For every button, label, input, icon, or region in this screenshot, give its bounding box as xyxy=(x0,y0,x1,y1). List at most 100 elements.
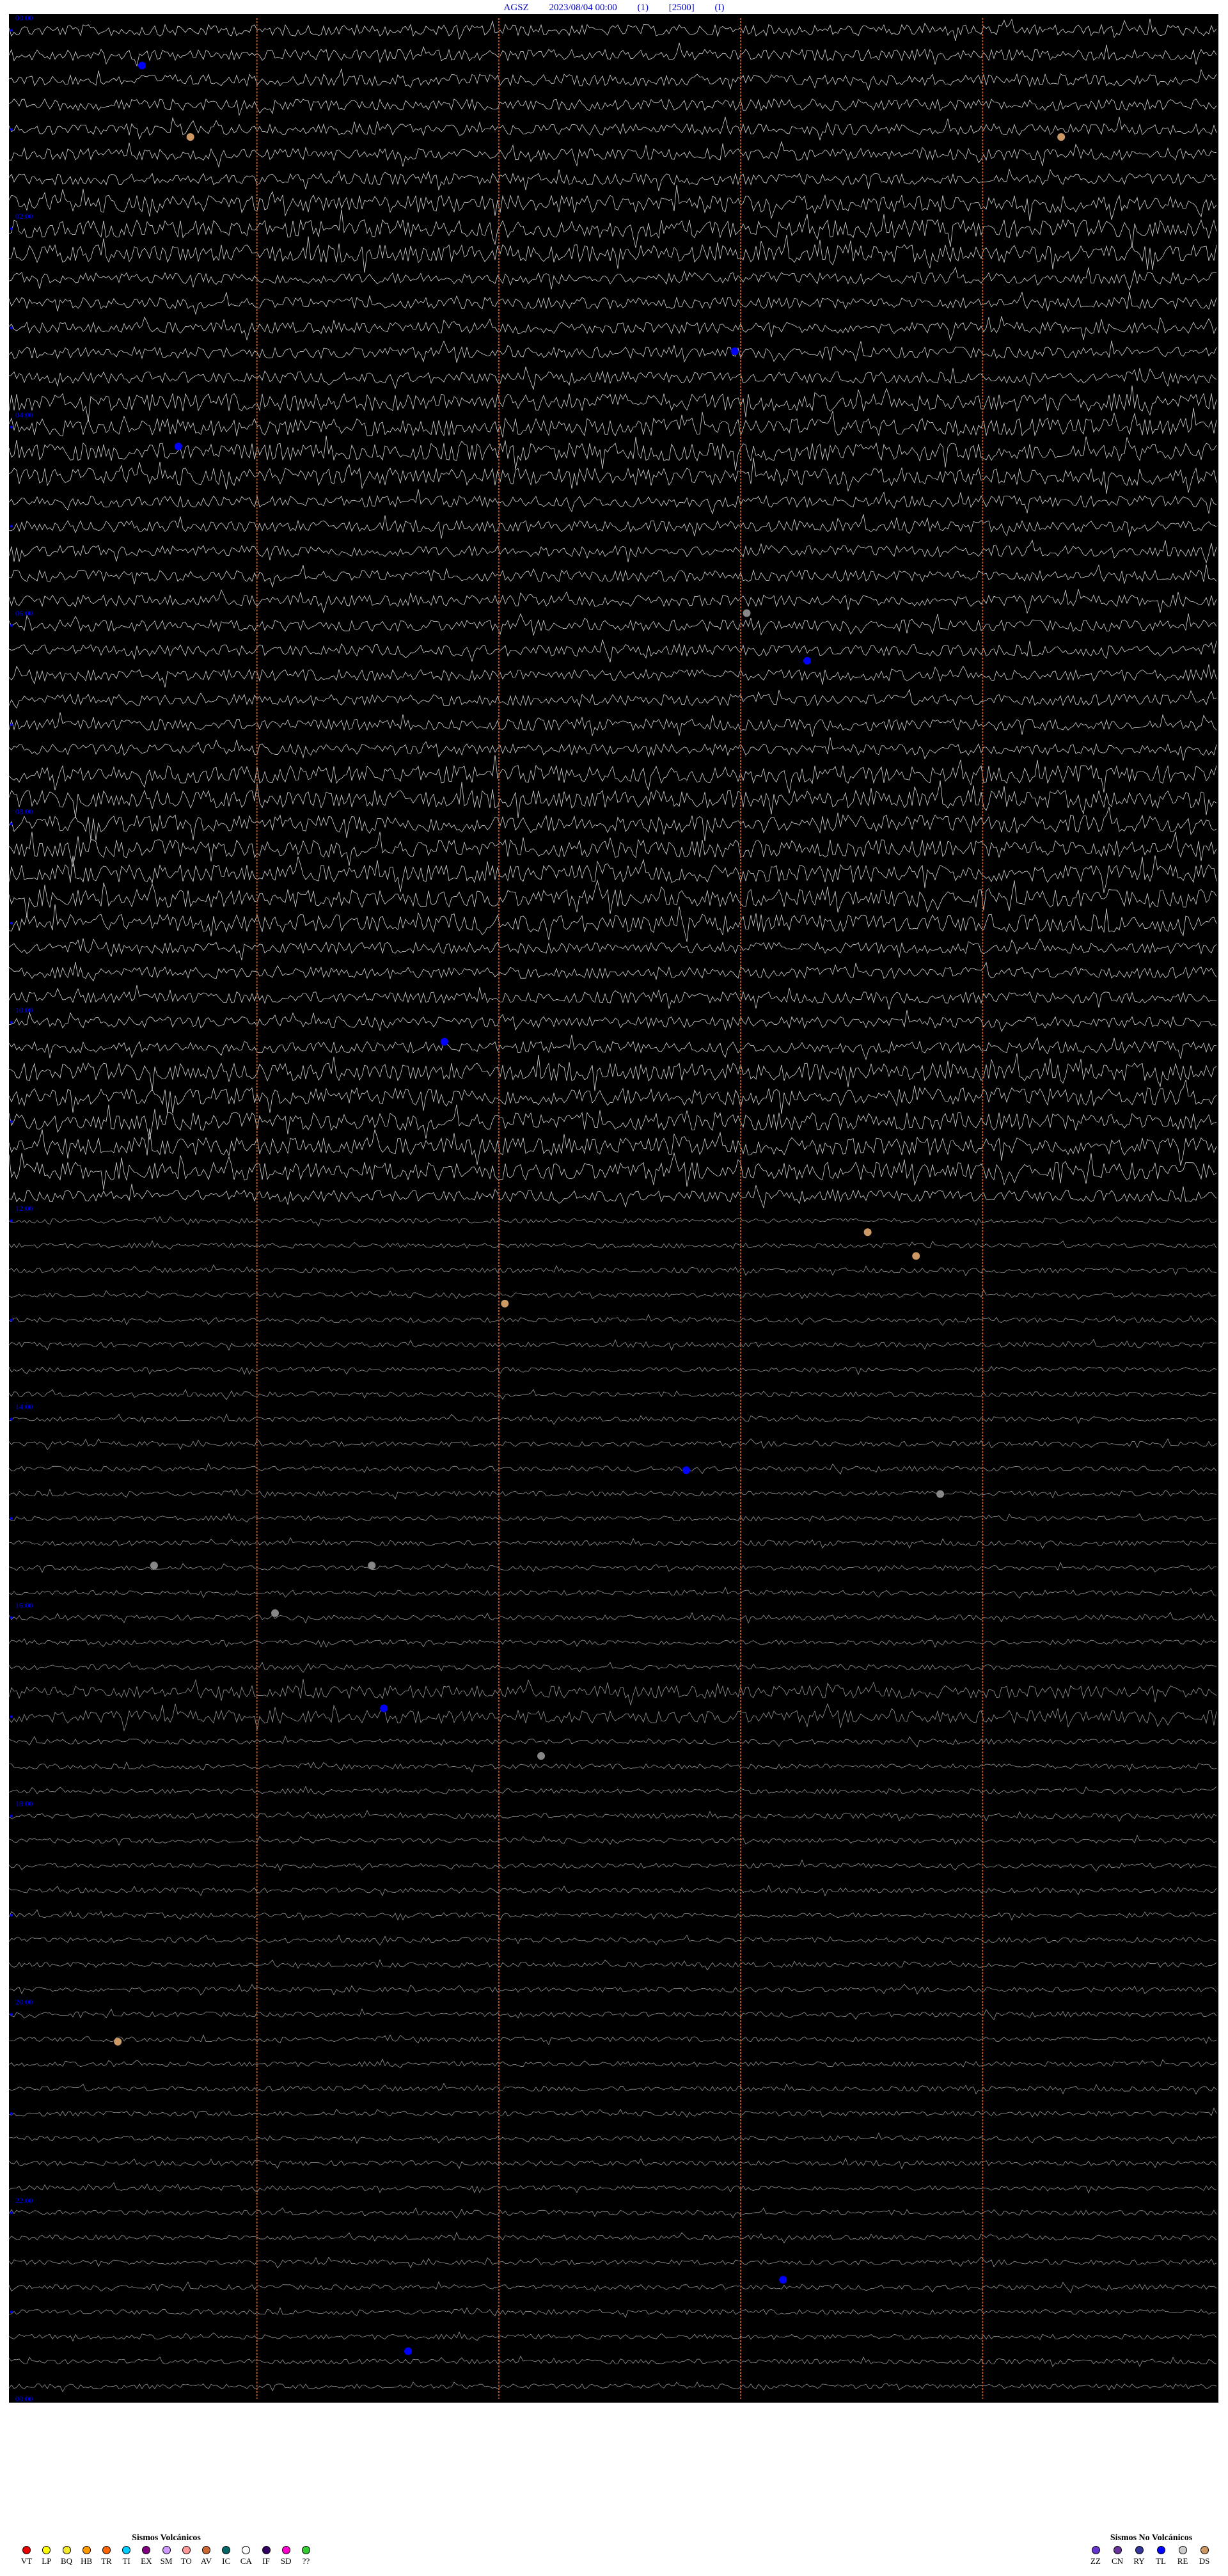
time-label: 00:00 xyxy=(15,2394,33,2403)
legend-non-volcanic-item: CN xyxy=(1109,2546,1126,2566)
row-tick-marker xyxy=(10,1318,13,1322)
legend-volcanic-title: Sismos Volcánicos xyxy=(132,2533,201,2543)
legend-volcanic-item: TO xyxy=(179,2546,194,2566)
legend-dot-icon xyxy=(201,2546,210,2554)
event-marker xyxy=(150,1561,158,1570)
event-marker xyxy=(730,347,739,356)
legend-non-volcanic-item: RE xyxy=(1174,2546,1191,2566)
legend-dot-icon xyxy=(222,2546,231,2554)
event-marker xyxy=(743,609,751,617)
legend-volcanic: Sismos Volcánicos VT LP BQ HB TR TI EX SM TO AV IC… xyxy=(19,2533,313,2572)
row-tick-marker xyxy=(10,128,13,131)
time-label: 08:00 xyxy=(15,807,33,816)
legend-code: LP xyxy=(42,2556,52,2566)
legend-dot-icon xyxy=(162,2546,171,2554)
legend-volcanic-item: CA xyxy=(239,2546,253,2566)
legend-code: TI xyxy=(122,2556,130,2566)
row-tick-marker xyxy=(10,1814,13,1817)
event-marker xyxy=(779,2275,787,2284)
legend-dot-icon xyxy=(301,2546,310,2554)
row-tick-marker xyxy=(10,1021,13,1024)
row-tick-marker xyxy=(10,525,13,528)
legend-code: SD xyxy=(280,2556,292,2566)
legend-dot-icon xyxy=(102,2546,111,2554)
event-marker xyxy=(186,133,194,141)
row-tick-marker xyxy=(10,1120,13,1123)
legend-volcanic-item: EX xyxy=(139,2546,154,2566)
event-marker xyxy=(114,2037,122,2046)
time-label: 22:00 xyxy=(15,2196,33,2205)
event-marker xyxy=(803,656,812,665)
time-label: 12:00 xyxy=(15,1204,33,1213)
legend-dot-icon xyxy=(182,2546,191,2554)
row-tick-marker xyxy=(10,2311,13,2314)
legend-dot-icon xyxy=(122,2546,131,2554)
legend-volcanic-item: IC xyxy=(219,2546,233,2566)
legend-dot-icon xyxy=(1200,2546,1209,2554)
event-marker xyxy=(936,1490,945,1498)
legend-dot-icon xyxy=(1113,2546,1122,2554)
legend-volcanic-item: IF xyxy=(258,2546,273,2566)
event-marker xyxy=(138,61,146,70)
legend-code: TO xyxy=(180,2556,192,2566)
time-label: 14:00 xyxy=(15,1402,33,1411)
row-tick-marker xyxy=(10,1219,13,1222)
legend-dot-icon xyxy=(281,2546,290,2554)
legend-dot-icon xyxy=(1178,2546,1187,2554)
legend-code: EX xyxy=(141,2556,152,2566)
event-marker xyxy=(682,1466,690,1474)
legend-code: BQ xyxy=(60,2556,73,2566)
row-tick-marker xyxy=(10,1616,13,1619)
legend-volcanic-item: ?? xyxy=(299,2546,313,2566)
legend-dot-icon xyxy=(82,2546,91,2554)
row-tick-marker xyxy=(10,1517,13,1520)
legend-volcanic-item: BQ xyxy=(59,2546,74,2566)
row-tick-marker xyxy=(10,1418,13,1421)
row-tick-marker xyxy=(10,723,13,726)
legend-code: IC xyxy=(222,2556,231,2566)
event-marker xyxy=(501,1299,509,1308)
legend-code: HB xyxy=(81,2556,93,2566)
row-tick-marker xyxy=(10,624,13,627)
legend-code: RY xyxy=(1133,2556,1145,2566)
helicorder-plot: 00:00 02:00 04:00 06:00 08:00 10:00 12:00 14:00… xyxy=(8,13,1218,2403)
legend-volcanic-item: SD xyxy=(279,2546,294,2566)
event-marker xyxy=(174,442,182,450)
legend-non-volcanic-items: ZZ CN RY TL RE DS xyxy=(1087,2546,1215,2566)
legend-dot-icon xyxy=(22,2546,31,2554)
legend-non-volcanic-item: TL xyxy=(1153,2546,1169,2566)
event-marker xyxy=(404,2347,413,2355)
legend-volcanic-item: LP xyxy=(39,2546,54,2566)
legend-volcanic-item: HB xyxy=(79,2546,94,2566)
legend-volcanic-items: VT LP BQ HB TR TI EX SM TO AV IC CA IF SD?? xyxy=(19,2546,313,2566)
legend-non-volcanic-title: Sismos No Volcánicos xyxy=(1110,2533,1193,2543)
event-marker xyxy=(368,1561,376,1570)
row-tick-marker xyxy=(10,2013,13,2016)
legend-dot-icon xyxy=(42,2546,51,2554)
legend-dot-icon xyxy=(242,2546,251,2554)
row-tick-marker xyxy=(10,922,13,925)
row-tick-marker xyxy=(10,2211,13,2215)
row-tick-marker xyxy=(10,326,13,329)
row-tick-marker xyxy=(10,425,13,429)
legend-non-volcanic-item: RY xyxy=(1131,2546,1147,2566)
time-label: 06:00 xyxy=(15,609,33,618)
legend-code: ?? xyxy=(302,2556,310,2566)
legend-code: VT xyxy=(20,2556,33,2566)
time-label: 20:00 xyxy=(15,1998,33,2007)
time-label: 18:00 xyxy=(15,1799,33,1808)
event-marker xyxy=(863,1228,872,1237)
event-marker xyxy=(440,1038,448,1046)
legend-non-volcanic: Sismos No Volcánicos ZZ CN RY TL RE DS xyxy=(1087,2533,1215,2572)
row-tick-marker xyxy=(10,29,13,32)
row-tick-marker xyxy=(10,1715,13,1718)
legend-volcanic-item: VT xyxy=(19,2546,34,2566)
legend-code: RE xyxy=(1177,2556,1188,2566)
row-tick-marker xyxy=(10,227,13,230)
legend-code: SM xyxy=(160,2556,173,2566)
legend-volcanic-item: SM xyxy=(159,2546,173,2566)
legend-dot-icon xyxy=(62,2546,71,2554)
legend-dot-icon xyxy=(1156,2546,1165,2554)
legend-non-volcanic-item: DS xyxy=(1196,2546,1213,2566)
event-marker xyxy=(271,1609,279,1617)
